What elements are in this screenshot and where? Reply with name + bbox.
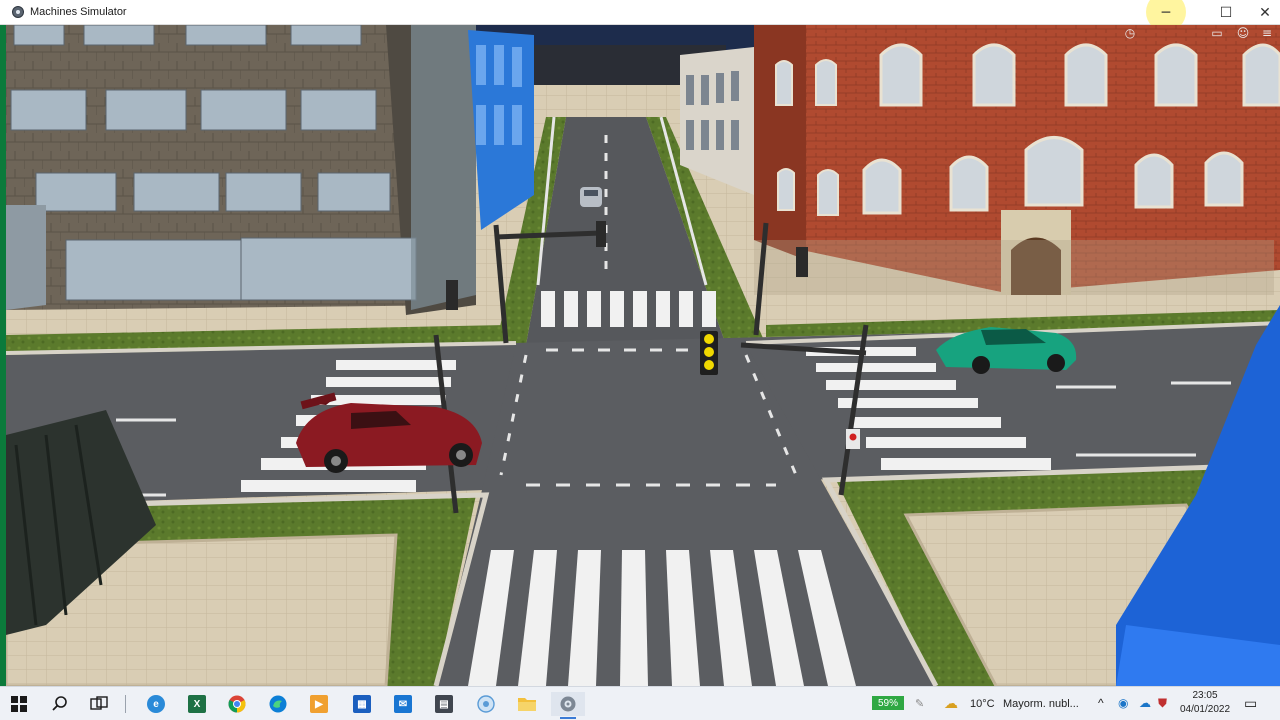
security-icon[interactable]: ⛊ [1158,696,1167,711]
weather-temp[interactable]: 10°C [970,698,995,710]
battery-level[interactable]: 59% [872,696,904,710]
distant-silver-car [580,187,602,207]
search-icon[interactable] [43,692,77,716]
settings-icon[interactable] [551,692,585,719]
app-icon [12,6,24,18]
notification-icon[interactable]: ▭ [1244,695,1257,712]
taskbar-separator [125,695,126,713]
chevron-up-icon[interactable]: ^ [1098,696,1104,710]
maximize-icon[interactable]: ☐ [1207,0,1245,25]
clock-icon[interactable]: ◷ [1121,25,1139,41]
edge-icon[interactable] [261,692,295,716]
taskbar: e X ▶ ▦ ✉ ▤ 59% ✎ ☁ 10°C Mayorm. nubl...… [0,686,1280,720]
simulation-viewport[interactable]: ◷ ▭ ☺ ≡ [6,25,1280,686]
close-icon[interactable]: ✕ [1246,0,1280,25]
pen-icon: ✎ [915,698,925,710]
user-icon[interactable]: ☺ [1234,25,1252,41]
excel-icon[interactable]: X [180,692,214,716]
system-clock[interactable]: 23:05 04/01/2022 [1176,689,1234,717]
weather-description[interactable]: Mayorm. nubl... [1003,698,1079,710]
window-title-bar[interactable]: Machines Simulator ─ ☐ ✕ [0,0,1280,32]
menu-icon[interactable]: ≡ [1258,25,1276,41]
windows-start-icon[interactable] [2,692,36,716]
task-view-icon[interactable] [82,692,116,716]
circle-app-icon[interactable] [469,692,503,716]
photo-app-icon[interactable]: ▤ [427,692,461,716]
media-player-icon[interactable]: ▶ [302,692,336,716]
camera-icon[interactable]: ▭ [1207,25,1227,41]
window-title: Machines Simulator [30,6,127,18]
weather-icon[interactable]: ☁ [944,695,958,712]
cloud-sync-icon[interactable]: ☁ [1139,696,1151,710]
chrome-icon[interactable] [220,692,254,716]
minimize-icon[interactable]: ─ [1147,0,1185,25]
clock-date: 04/01/2022 [1179,704,1231,715]
file-explorer-icon[interactable] [510,692,544,716]
clock-time: 23:05 [1192,690,1218,701]
edge-legacy-icon[interactable]: e [139,692,173,716]
mail-icon[interactable]: ✉ [386,692,420,716]
store-icon[interactable]: ▦ [345,692,379,716]
app-tray-icon[interactable]: ◉ [1118,696,1128,710]
city-intersection-scene [6,25,1280,686]
